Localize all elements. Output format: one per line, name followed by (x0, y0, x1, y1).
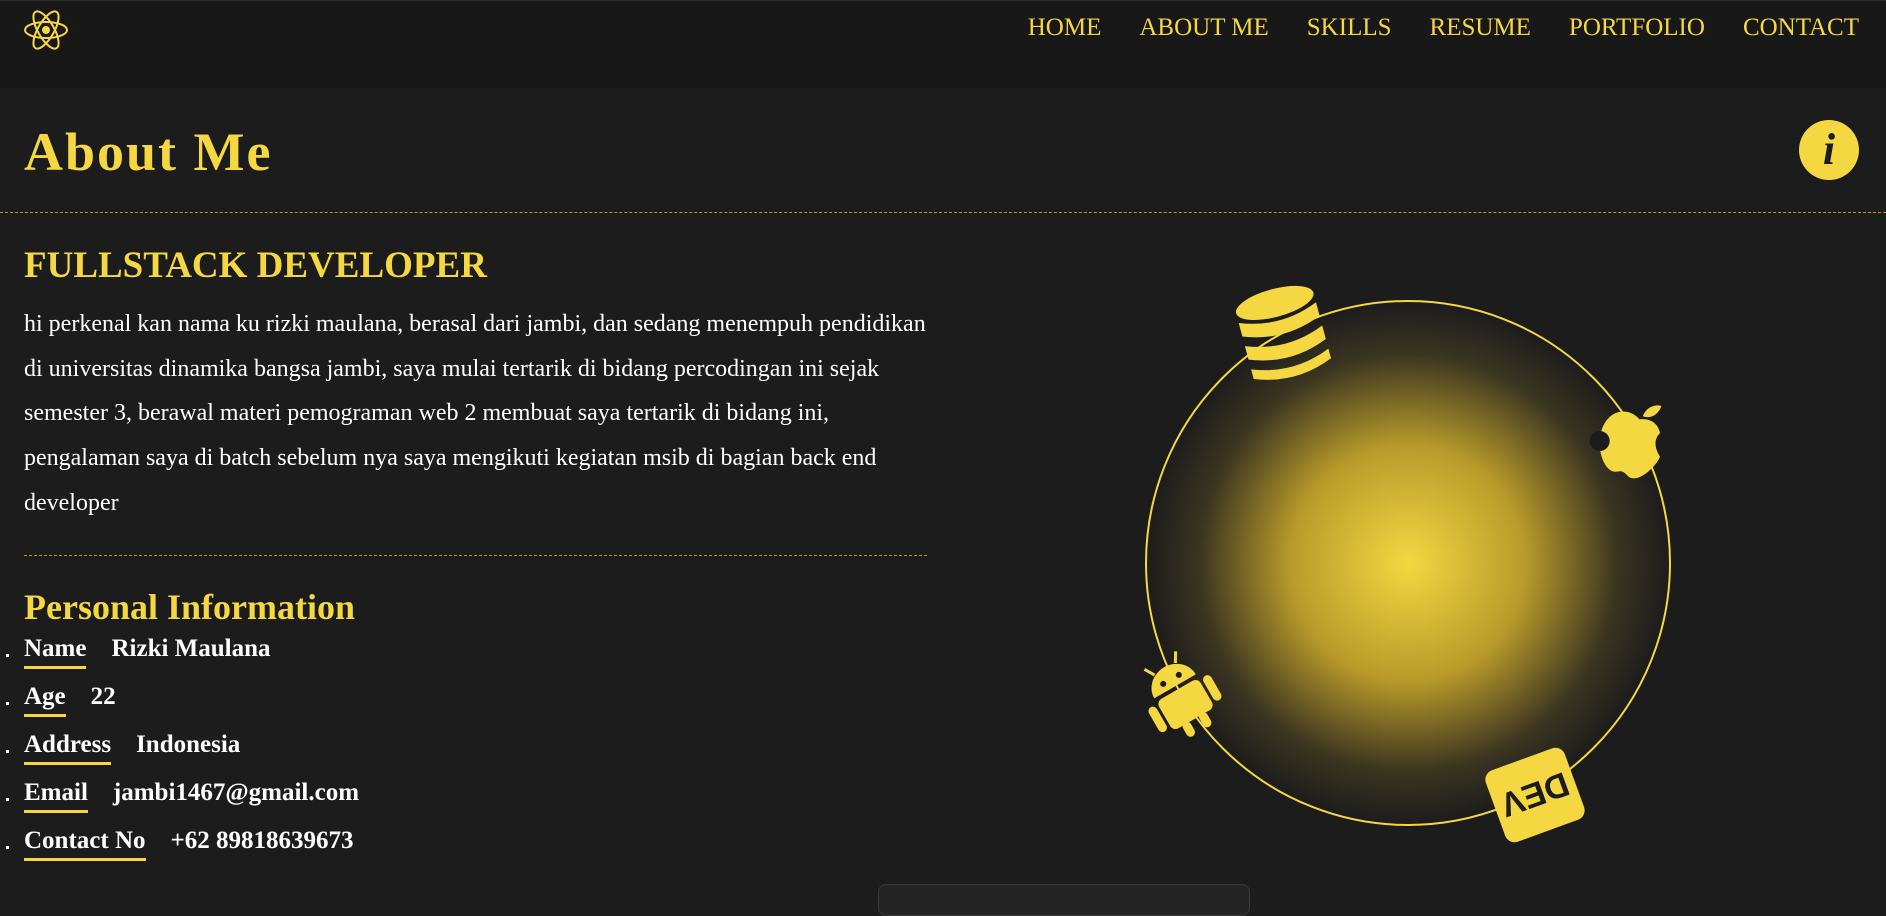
info-item-age: Age 22 (5, 680, 359, 728)
main-nav: HOME ABOUT ME SKILLS RESUME PORTFOLIO CO… (990, 13, 1859, 43)
personal-info-heading: Personal Information (24, 587, 355, 627)
info-icon[interactable]: i (1799, 120, 1859, 180)
nav-about-me[interactable]: ABOUT ME (1139, 13, 1268, 43)
bio-paragraph: hi perkenal kan nama ku rizki maulana, b… (24, 311, 926, 516)
section-divider (0, 212, 1886, 213)
page-title: About Me (24, 122, 273, 182)
react-atom-icon[interactable] (22, 6, 70, 54)
nav-contact[interactable]: CONTACT (1743, 13, 1859, 43)
info-item-contact: Contact No +62 89818639673 (5, 824, 359, 872)
info-label: Contact No (24, 824, 146, 861)
tech-orbit-illustration: DEV (1143, 285, 1671, 843)
glow-orb (1146, 301, 1670, 825)
nav-portfolio[interactable]: PORTFOLIO (1569, 13, 1705, 43)
info-item-address: Address Indonesia (5, 728, 359, 776)
info-value: 22 (90, 683, 116, 710)
info-value: +62 89818639673 (170, 827, 354, 854)
bottom-scroll-tab[interactable] (878, 884, 1250, 916)
content-divider (24, 555, 927, 556)
personal-info-list: Name Rizki Maulana Age 22 Address Indone… (5, 632, 360, 872)
info-item-name: Name Rizki Maulana (5, 632, 359, 680)
nav-skills[interactable]: SKILLS (1307, 13, 1392, 43)
info-value: jambi1467@gmail.com (112, 779, 360, 806)
info-label: Name (24, 632, 87, 669)
info-label: Address (24, 728, 112, 765)
info-value: Rizki Maulana (111, 635, 271, 662)
nav-home[interactable]: HOME (1028, 13, 1102, 43)
info-label: Age (24, 680, 66, 717)
info-value: Indonesia (136, 731, 241, 758)
role-heading: FULLSTACK DEVELOPER (24, 245, 487, 286)
nav-resume[interactable]: RESUME (1430, 13, 1531, 43)
info-label: Email (24, 776, 88, 813)
info-item-email: Email jambi1467@gmail.com (5, 776, 360, 824)
top-navbar: HOME ABOUT ME SKILLS RESUME PORTFOLIO CO… (0, 0, 1886, 88)
